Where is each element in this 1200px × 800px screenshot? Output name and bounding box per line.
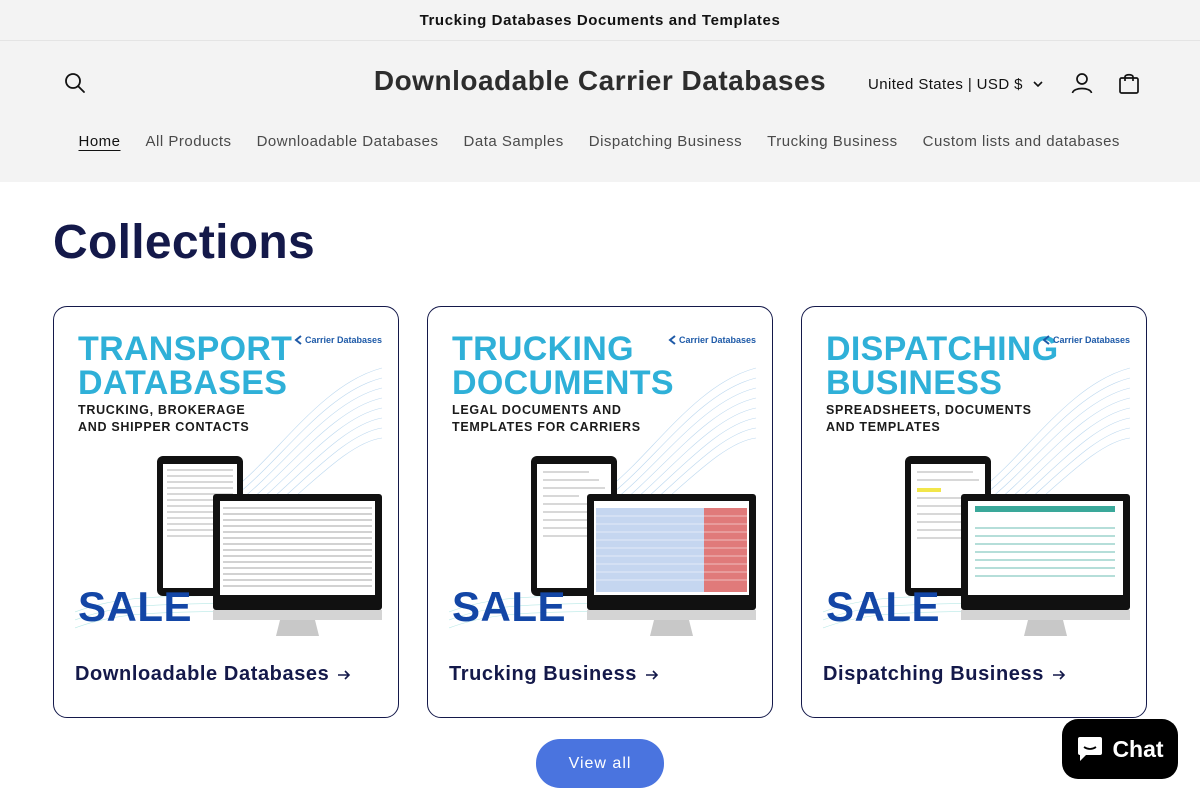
announcement-text: Trucking Databases Documents and Templat…: [419, 11, 781, 29]
arrow-right-icon: [646, 669, 659, 680]
site-title[interactable]: Downloadable Carrier Databases: [300, 65, 900, 97]
arrow-right-icon: [338, 669, 351, 680]
collection-image: TRANSPORT DATABASES Carrier Databases TR…: [75, 328, 382, 638]
promo-heading: TRANSPORT DATABASES: [78, 330, 293, 402]
account-icon: [1071, 73, 1093, 94]
search-button[interactable]: [55, 63, 95, 103]
view-all-button[interactable]: View all: [536, 739, 664, 788]
locale-label: United States | USD $: [868, 75, 1023, 93]
page-title: Collections: [53, 216, 316, 269]
chevron-left-icon: [1042, 335, 1050, 345]
nav-item-dispatching-business[interactable]: Dispatching Business: [576, 133, 754, 150]
cart-button[interactable]: [1109, 63, 1149, 103]
promo-sale-text: SALE: [452, 583, 567, 630]
promo-sale-text: SALE: [826, 583, 941, 630]
nav-item-trucking-business[interactable]: Trucking Business: [755, 133, 911, 150]
chat-bubble-icon: [1078, 737, 1103, 761]
brand-logo: Carrier Databases: [1042, 335, 1130, 345]
search-icon: [65, 73, 85, 93]
announcement-bar: Trucking Databases Documents and Templat…: [0, 0, 1200, 41]
promo-subtitle: SPREADSHEETS, DOCUMENTS AND TEMPLATES: [826, 403, 1032, 434]
promo-sale-text: SALE: [78, 583, 193, 630]
nav-item-all-products[interactable]: All Products: [133, 133, 244, 150]
promo-heading: TRUCKING DOCUMENTS: [452, 330, 674, 402]
nav-item-downloadable-databases[interactable]: Downloadable Databases: [244, 133, 451, 150]
nav-item-data-samples[interactable]: Data Samples: [451, 133, 576, 150]
collection-image: TRUCKING DOCUMENTS Carrier Databases LEG…: [449, 328, 756, 638]
collection-card-label[interactable]: Dispatching Business: [823, 663, 1066, 686]
site-header: Downloadable Carrier Databases United St…: [0, 41, 1200, 182]
brand-logo: Carrier Databases: [294, 335, 382, 345]
chat-button[interactable]: Chat: [1062, 719, 1178, 779]
collection-card-downloadable-databases[interactable]: TRANSPORT DATABASES Carrier Databases TR…: [53, 306, 399, 718]
chat-label: Chat: [1112, 735, 1164, 762]
cart-icon: [1119, 73, 1139, 94]
account-button[interactable]: [1062, 63, 1102, 103]
promo-subtitle: TRUCKING, BROKERAGE AND SHIPPER CONTACTS: [78, 403, 250, 434]
arrow-right-icon: [1052, 669, 1066, 680]
collection-card-trucking-business[interactable]: TRUCKING DOCUMENTS Carrier Databases LEG…: [427, 306, 773, 718]
nav-item-custom-lists[interactable]: Custom lists and databases: [910, 133, 1132, 150]
collection-image: DISPATCHING BUSINESS Carrier Databases S…: [823, 328, 1130, 638]
chevron-down-icon: [1033, 80, 1043, 87]
collection-card-dispatching-business[interactable]: DISPATCHING BUSINESS Carrier Databases S…: [801, 306, 1147, 718]
main-nav: Home All Products Downloadable Databases…: [66, 129, 1132, 153]
chevron-left-icon: [294, 335, 302, 345]
collection-card-label[interactable]: Trucking Business: [449, 663, 659, 686]
chevron-left-icon: [668, 335, 676, 345]
promo-subtitle: LEGAL DOCUMENTS AND TEMPLATES FOR CARRIE…: [452, 403, 641, 434]
brand-logo: Carrier Databases: [668, 335, 756, 345]
locale-selector[interactable]: United States | USD $: [868, 71, 1043, 97]
nav-item-home[interactable]: Home: [66, 133, 133, 150]
promo-heading: DISPATCHING BUSINESS: [826, 330, 1059, 402]
collection-card-label[interactable]: Downloadable Databases: [75, 663, 351, 686]
